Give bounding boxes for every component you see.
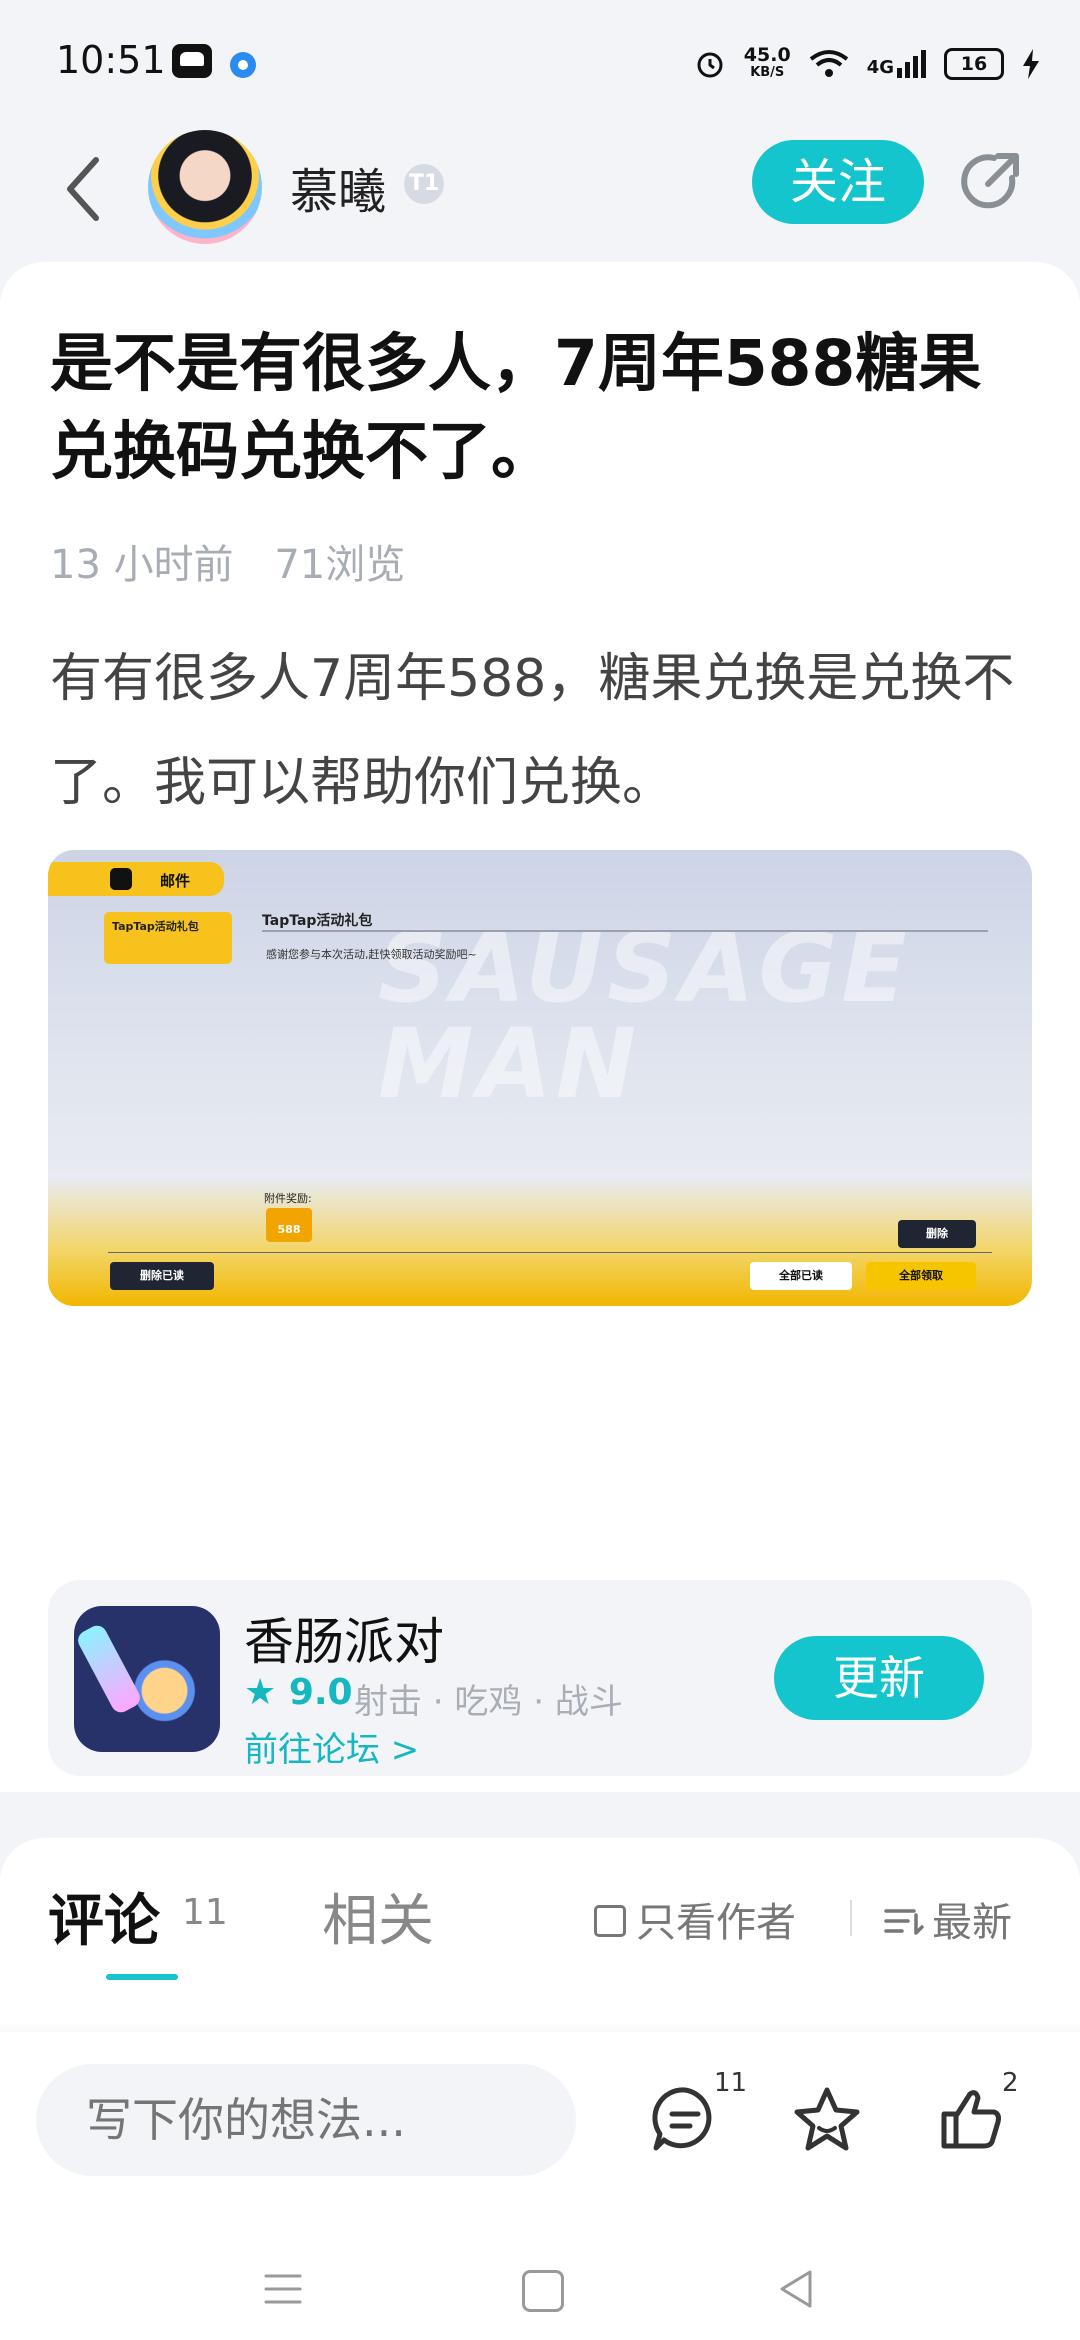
like-icon[interactable] — [936, 2084, 1006, 2154]
comment-icon[interactable] — [650, 2084, 720, 2154]
bottom-bar: 11 2 — [0, 2032, 1080, 2340]
post-card: 是不是有很多人，7周年588糖果兑换码兑换不了。 13 小时前 71浏览 有有很… — [0, 262, 1080, 1792]
wifi-icon — [809, 50, 848, 77]
image-attachment-label: 附件奖励: — [264, 1192, 312, 1205]
game-card[interactable]: 香肠派对 ★ 9.0 射击 · 吃鸡 · 战斗 前往论坛 > 更新 — [48, 1580, 1032, 1776]
comment-count: 11 — [714, 2068, 748, 2098]
like-count-bottom: 2 — [1002, 2068, 1019, 2098]
share-icon[interactable] — [956, 148, 1024, 216]
post-body: 有有很多人7周年588，糖果兑换是兑换不了。我可以帮助你们兑换。 — [50, 649, 1015, 813]
tab-comments[interactable]: 评论 — [48, 1876, 160, 1957]
game-rating: ★ 9.0 — [244, 1672, 353, 1713]
checkbox-icon[interactable] — [594, 1905, 626, 1937]
network-speed: 45.0 KB/S — [743, 44, 791, 81]
image-divider — [262, 930, 988, 932]
home-icon[interactable] — [522, 2270, 564, 2312]
app-notification-dot-icon — [230, 52, 256, 78]
post-meta: 13 小时前 71浏览 — [50, 532, 433, 590]
battery-indicator: 16 — [944, 48, 1004, 80]
sort-toggle[interactable]: 最新 — [884, 1890, 1012, 1948]
author-avatar[interactable] — [148, 130, 262, 244]
status-bar: 10:51 45.0 KB/S 4G 16 — [0, 0, 1080, 130]
image-mail-title: TapTap活动礼包 — [262, 913, 373, 929]
author-name[interactable]: 慕曦 — [290, 152, 386, 222]
image-coin-reward: 588 — [266, 1208, 312, 1242]
post-image[interactable]: SAUSAGE MAN 邮件 TapTap活动礼包 TapTap活动礼包 感谢您… — [48, 850, 1032, 1306]
comments-count: 11 — [182, 1892, 228, 1933]
system-back-icon[interactable] — [776, 2268, 816, 2310]
follow-button[interactable]: 关注 — [752, 140, 924, 224]
forum-link[interactable]: 前往论坛 > — [244, 1722, 419, 1771]
alarm-icon — [697, 52, 723, 78]
image-mail-item: TapTap活动礼包 — [104, 912, 232, 964]
post-time: 13 小时前 — [50, 542, 234, 588]
back-arrow-icon[interactable] — [58, 152, 108, 226]
comment-input[interactable] — [36, 2064, 576, 2176]
game-tags: 射击 · 吃鸡 · 战斗 — [354, 1682, 623, 1722]
image-read-all-button: 全部已读 — [750, 1262, 852, 1290]
rating-star-icon: ★ — [244, 1672, 289, 1713]
comments-section: 评论 11 相关 只看作者 最新 — [0, 1838, 1080, 2048]
cellular-signal-icon: 4G — [867, 50, 926, 78]
status-time: 10:51 — [56, 38, 166, 82]
tab-related[interactable]: 相关 — [322, 1876, 434, 1957]
system-nav-bar — [0, 2250, 1080, 2340]
divider — [850, 1900, 852, 1936]
post-views: 71浏览 — [274, 542, 406, 588]
image-back-icon — [110, 868, 132, 890]
image-mail-tab: 邮件 — [48, 862, 224, 896]
game-name[interactable]: 香肠派对 — [244, 1602, 444, 1674]
image-delete-button: 删除 — [898, 1220, 976, 1248]
only-author-filter[interactable]: 只看作者 — [594, 1890, 796, 1948]
tab-indicator — [106, 1974, 178, 1980]
image-delete-read-button: 删除已读 — [110, 1262, 214, 1290]
favorite-icon[interactable] — [792, 2084, 862, 2154]
charging-icon — [1023, 49, 1039, 79]
app-notification-icon — [172, 44, 212, 78]
image-mail-message: 感谢您参与本次活动,赶快领取活动奖励吧~ — [266, 948, 477, 961]
recent-apps-icon[interactable] — [264, 2272, 302, 2306]
image-divider-bottom — [108, 1252, 992, 1253]
status-indicators: 45.0 KB/S 4G 16 — [694, 42, 1040, 86]
top-nav: 慕曦 T1 关注 — [0, 130, 1080, 250]
update-button[interactable]: 更新 — [774, 1636, 984, 1720]
image-claim-all-button: 全部领取 — [866, 1262, 976, 1290]
post-title: 是不是有很多人，7周年588糖果兑换码兑换不了。 — [50, 327, 982, 488]
level-badge: T1 — [404, 164, 444, 204]
game-icon[interactable] — [74, 1606, 220, 1752]
sort-icon — [884, 1909, 924, 1935]
